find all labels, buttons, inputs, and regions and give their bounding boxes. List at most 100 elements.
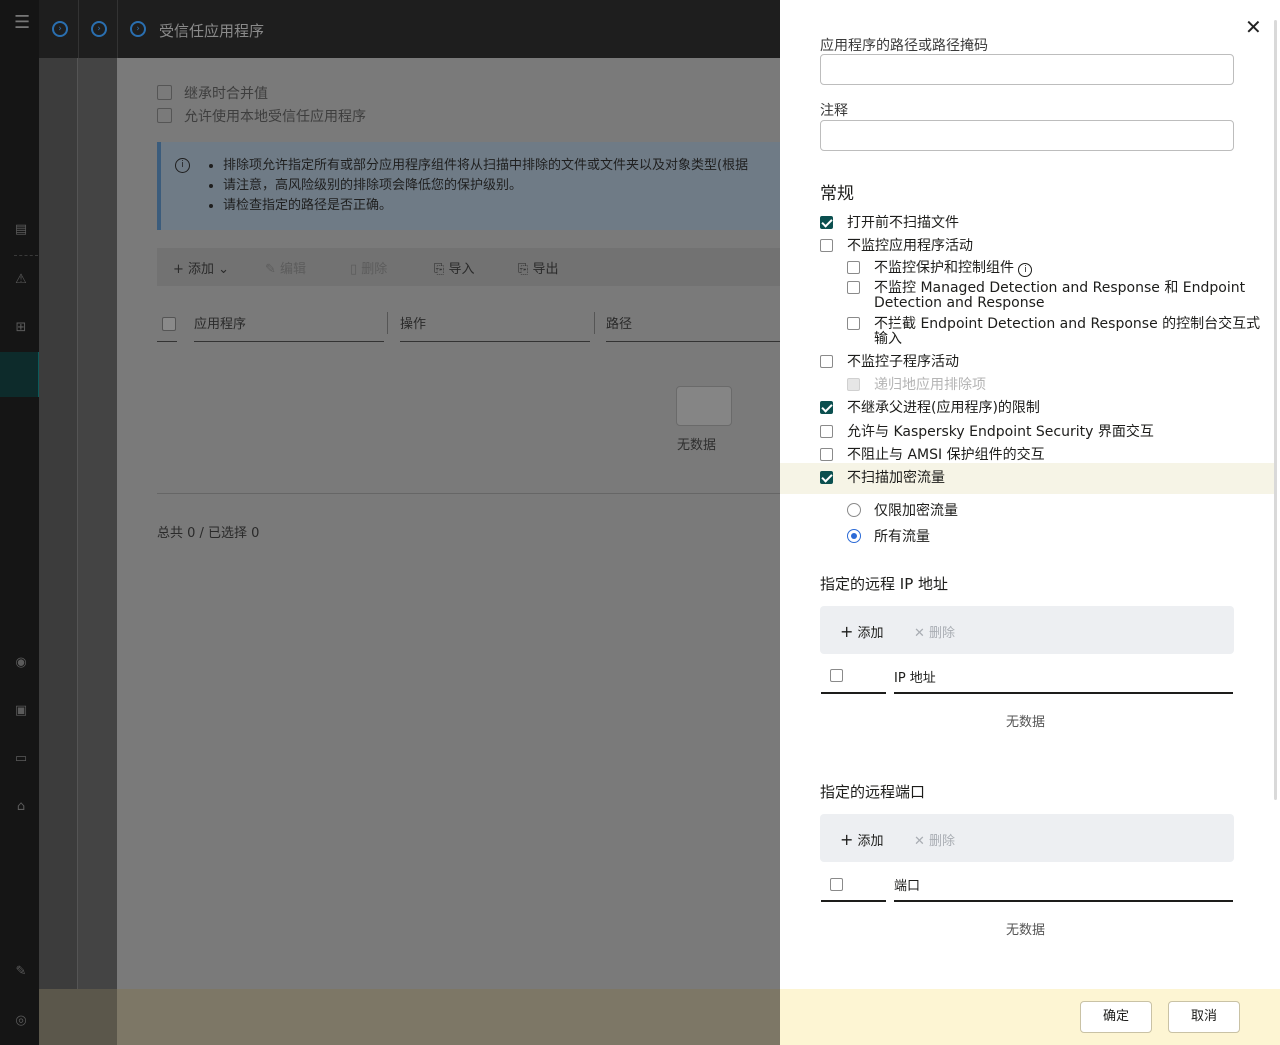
port-delete-button[interactable]: ✕ 删除 [914, 830, 955, 849]
checkbox-checked[interactable] [820, 471, 833, 484]
port-section-title: 指定的远程端口 [820, 783, 926, 801]
ip-column-header[interactable]: IP 地址 [894, 667, 936, 686]
ip-empty-text: 无数据 [1006, 715, 1046, 730]
general-section-title: 常规 [820, 184, 854, 204]
ip-delete-label: 删除 [929, 626, 956, 641]
selection-summary: 总共 0 / 已选择 0 [157, 526, 260, 541]
edit-button[interactable]: ✎ 编辑 [265, 258, 306, 277]
delete-button[interactable]: ▯ 删除 [350, 258, 387, 277]
option-label: 不继承父进程(应用程序)的限制 [847, 400, 1040, 416]
merge-values-checkbox[interactable]: 继承时合并值 [157, 83, 268, 103]
user-icon[interactable]: ◉ [14, 656, 28, 670]
empty-inbox-icon [676, 386, 732, 426]
column-divider[interactable] [594, 312, 595, 334]
option-label: 不监控 Managed Detection and Response 和 End… [874, 280, 1246, 296]
breadcrumb-nav-icon-1[interactable]: › [52, 21, 68, 37]
path-input[interactable] [820, 54, 1234, 85]
export-button[interactable]: ⎘ 导出 [518, 258, 559, 277]
import-label: 导入 [448, 262, 475, 277]
column-underline [606, 341, 780, 342]
trash-icon: ▯ [350, 262, 358, 277]
column-underline [821, 692, 886, 694]
tree-icon[interactable]: ⊞ [14, 321, 28, 335]
checkbox-disabled[interactable] [847, 378, 860, 391]
breadcrumb-nav-icon-3[interactable]: › [130, 21, 146, 37]
dashboard-icon[interactable]: ▤ [14, 223, 28, 237]
pencil-icon: ✎ [265, 262, 276, 277]
port-select-all-checkbox[interactable] [830, 878, 843, 891]
basket-icon[interactable]: ⌂ [14, 800, 28, 814]
option-label-continued: 输入 [874, 331, 902, 347]
option-label: 不监控应用程序活动 [847, 238, 973, 254]
checkbox[interactable] [847, 261, 860, 274]
checkbox[interactable] [157, 85, 172, 100]
main-content: 继承时合并值 允许使用本地受信任应用程序 i 排除项允许指定所有或部分应用程序组… [117, 58, 780, 989]
option-label: 不拦截 Endpoint Detection and Response 的控制台… [874, 316, 1261, 332]
checkbox-checked[interactable] [820, 401, 833, 414]
ip-add-button[interactable]: + 添加 [840, 622, 884, 641]
checkbox[interactable] [847, 317, 860, 330]
column-divider[interactable] [387, 312, 388, 334]
port-empty-text: 无数据 [1006, 923, 1046, 938]
devices-icon[interactable]: ▭ [14, 752, 28, 766]
rail-footer [39, 989, 117, 1045]
nav-column-2 [39, 58, 78, 1045]
checkbox[interactable] [820, 448, 833, 461]
main-footer [117, 989, 780, 1045]
port-add-label: 添加 [857, 834, 884, 849]
ip-delete-button[interactable]: ✕ 删除 [914, 622, 955, 641]
ip-section-title: 指定的远程 IP 地址 [820, 575, 949, 593]
import-button[interactable]: ⎘ 导入 [434, 258, 475, 277]
column-underline [194, 341, 384, 342]
checkbox[interactable] [847, 281, 860, 294]
close-icon: ✕ [914, 834, 925, 849]
export-label: 导出 [532, 262, 559, 277]
path-label: 应用程序的路径或路径掩码 [820, 38, 988, 54]
column-underline [894, 692, 1233, 694]
top-bar: › › › 受信任应用程序 [39, 0, 780, 58]
edit-label: 编辑 [280, 262, 307, 277]
plus-icon: + [840, 622, 854, 641]
nav-column-3 [78, 58, 117, 1045]
report-icon[interactable]: ▣ [14, 704, 28, 718]
cancel-button[interactable]: 取消 [1168, 1001, 1240, 1033]
ok-button[interactable]: 确定 [1080, 1001, 1152, 1033]
wrench-icon[interactable]: ✎ [14, 965, 28, 979]
add-button[interactable]: + 添加 ⌄ [173, 258, 229, 277]
breadcrumb-nav-icon-2[interactable]: › [91, 21, 107, 37]
info-icon[interactable]: i [1018, 263, 1033, 277]
checkbox-label: 允许使用本地受信任应用程序 [184, 109, 366, 125]
select-all-checkbox[interactable] [162, 317, 176, 331]
all-traffic-radio[interactable] [847, 529, 861, 543]
allow-local-checkbox[interactable]: 允许使用本地受信任应用程序 [157, 106, 366, 126]
column-underline [400, 341, 590, 342]
checkbox[interactable] [820, 425, 833, 438]
option-label: 不扫描加密流量 [847, 470, 945, 486]
menu-icon[interactable]: ☰ [14, 14, 30, 32]
warning-icon[interactable]: ⚠ [14, 273, 28, 287]
account-icon[interactable]: ◎ [14, 1014, 28, 1028]
rail-divider [14, 255, 38, 256]
option-label: 递归地应用排除项 [874, 377, 986, 393]
checkbox-checked[interactable] [820, 216, 833, 229]
port-add-button[interactable]: + 添加 [840, 830, 884, 849]
column-underline [157, 341, 177, 342]
close-icon[interactable]: ✕ [1245, 17, 1262, 37]
drawer-scrollbar[interactable] [1274, 20, 1277, 800]
checkbox[interactable] [820, 239, 833, 252]
rail-active-item[interactable] [0, 352, 41, 397]
port-column-header[interactable]: 端口 [894, 875, 920, 894]
column-header-action[interactable]: 操作 [400, 313, 426, 332]
ip-toolbar: + 添加 ✕ 删除 [820, 606, 1234, 654]
close-icon: ✕ [914, 626, 925, 641]
column-header-app[interactable]: 应用程序 [194, 313, 246, 332]
comment-input[interactable] [820, 120, 1234, 151]
checkbox[interactable] [820, 355, 833, 368]
option-label: 不监控子程序活动 [847, 354, 959, 370]
breadcrumb-divider [78, 0, 79, 58]
column-header-path[interactable]: 路径 [606, 313, 632, 332]
main-toolbar: + 添加 ⌄ ✎ 编辑 ▯ 删除 ⎘ 导入 ⎘ 导出 [157, 248, 780, 286]
ip-select-all-checkbox[interactable] [830, 669, 843, 682]
only-encrypted-radio[interactable] [847, 503, 861, 517]
checkbox[interactable] [157, 108, 172, 123]
